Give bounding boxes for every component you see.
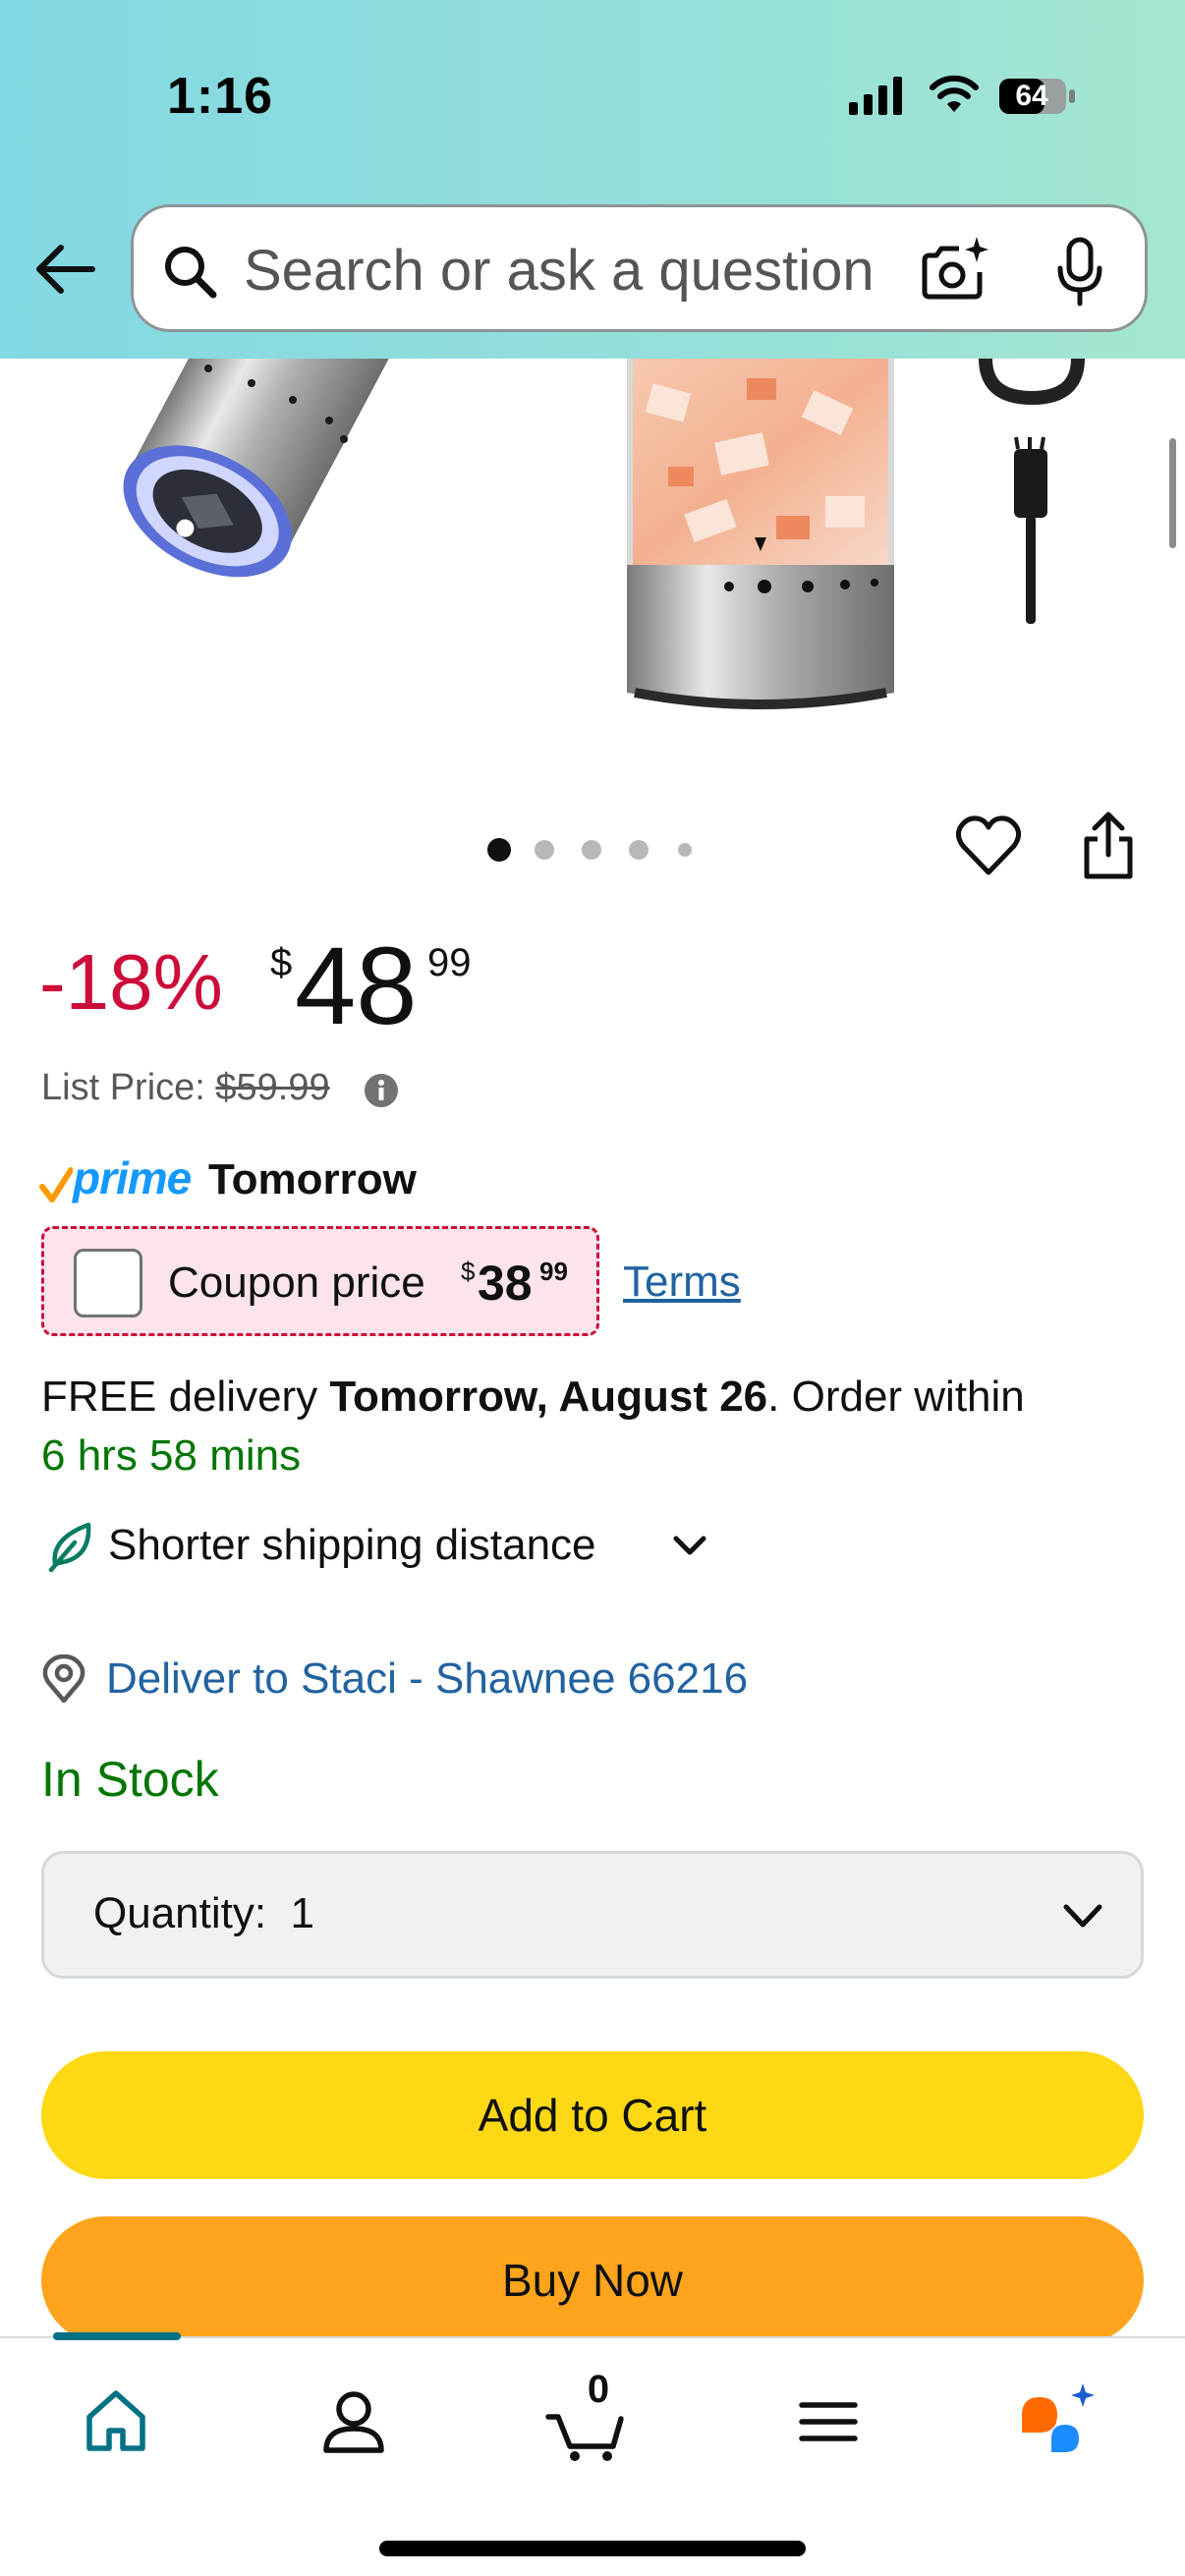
coupon-label: Coupon price: [168, 1259, 425, 1307]
prime-logo: prime: [73, 1152, 192, 1204]
delivery-prefix: FREE delivery: [41, 1372, 330, 1421]
rufus-icon[interactable]: [1014, 2378, 1102, 2466]
mic-icon[interactable]: [1052, 237, 1107, 308]
delivery-order-within: . Order within: [767, 1372, 1025, 1421]
app-header: 1:16 64: [0, 0, 1185, 359]
menu-icon[interactable]: [784, 2378, 873, 2466]
cart-count-badge: 0: [587, 2368, 610, 2411]
delivery-date: Tomorrow, August 26: [329, 1372, 768, 1421]
quantity-label-text: Quantity:: [93, 1889, 267, 1937]
chevron-down-icon: [1063, 1904, 1102, 1928]
back-arrow-icon[interactable]: [29, 240, 98, 299]
delivery-info: FREE delivery Tomorrow, August 26. Order…: [41, 1368, 1152, 1485]
home-indicator: [379, 2541, 806, 2556]
home-icon[interactable]: [72, 2378, 160, 2466]
wifi-icon: [930, 75, 979, 112]
pager-dot[interactable]: [678, 843, 692, 857]
product-image-gallery[interactable]: [0, 359, 1185, 752]
price-whole: 48: [295, 924, 418, 1047]
heart-icon[interactable]: [955, 813, 1022, 878]
camera-icon[interactable]: [920, 235, 990, 306]
coupon-box[interactable]: Coupon price $ 38 99: [41, 1226, 599, 1336]
buy-now-button[interactable]: Buy Now: [41, 2216, 1144, 2344]
quantity-value: 1: [290, 1889, 315, 1937]
search-input[interactable]: [244, 235, 961, 306]
pager-dot[interactable]: [629, 840, 649, 860]
status-time: 1:16: [167, 68, 274, 125]
active-tab-indicator: [53, 2332, 181, 2340]
quantity-dropdown[interactable]: Quantity: 1: [41, 1851, 1144, 1979]
account-icon[interactable]: [310, 2378, 398, 2466]
image-pager-dots[interactable]: [483, 835, 700, 865]
scroll-indicator[interactable]: [1169, 438, 1176, 548]
stock-status: In Stock: [41, 1752, 219, 1807]
price-currency: $: [270, 941, 293, 984]
battery-level: 64: [1015, 80, 1048, 112]
list-price-label: List Price:: [41, 1067, 205, 1108]
coupon-price-fraction: 99: [539, 1257, 568, 1286]
search-icon: [165, 247, 217, 299]
discount-percentage: -18%: [39, 938, 223, 1026]
pager-dot[interactable]: [487, 838, 511, 862]
coupon-currency: $: [461, 1257, 476, 1286]
prime-check-icon: [39, 1167, 73, 1203]
deliver-to-link[interactable]: Deliver to Staci - Shawnee 66216: [106, 1654, 748, 1704]
list-price: List Price: $59.99: [41, 1067, 330, 1109]
prime-delivery-day: Tomorrow: [208, 1155, 417, 1204]
quantity-label: Quantity: 1: [93, 1889, 314, 1938]
search-bar[interactable]: [131, 204, 1148, 332]
coupon-checkbox[interactable]: [74, 1249, 142, 1317]
share-icon[interactable]: [1079, 812, 1138, 882]
leaf-icon: [48, 1522, 91, 1572]
chevron-down-icon[interactable]: [670, 1531, 709, 1562]
shorter-shipping-label[interactable]: Shorter shipping distance: [108, 1521, 596, 1570]
delivery-countdown: 6 hrs 58 mins: [41, 1431, 302, 1480]
location-pin-icon: [42, 1654, 85, 1704]
coupon-price-whole: 38: [478, 1256, 533, 1311]
list-price-value: $59.99: [215, 1067, 330, 1108]
coupon-terms-link[interactable]: Terms: [623, 1258, 741, 1307]
pager-dot[interactable]: [535, 840, 554, 860]
add-to-cart-button[interactable]: Add to Cart: [41, 2051, 1144, 2179]
info-icon[interactable]: [364, 1073, 399, 1108]
price-fraction: 99: [427, 941, 472, 984]
pager-dot[interactable]: [582, 840, 601, 860]
cellular-signal-icon: [849, 77, 902, 115]
product-image: [123, 359, 1085, 709]
